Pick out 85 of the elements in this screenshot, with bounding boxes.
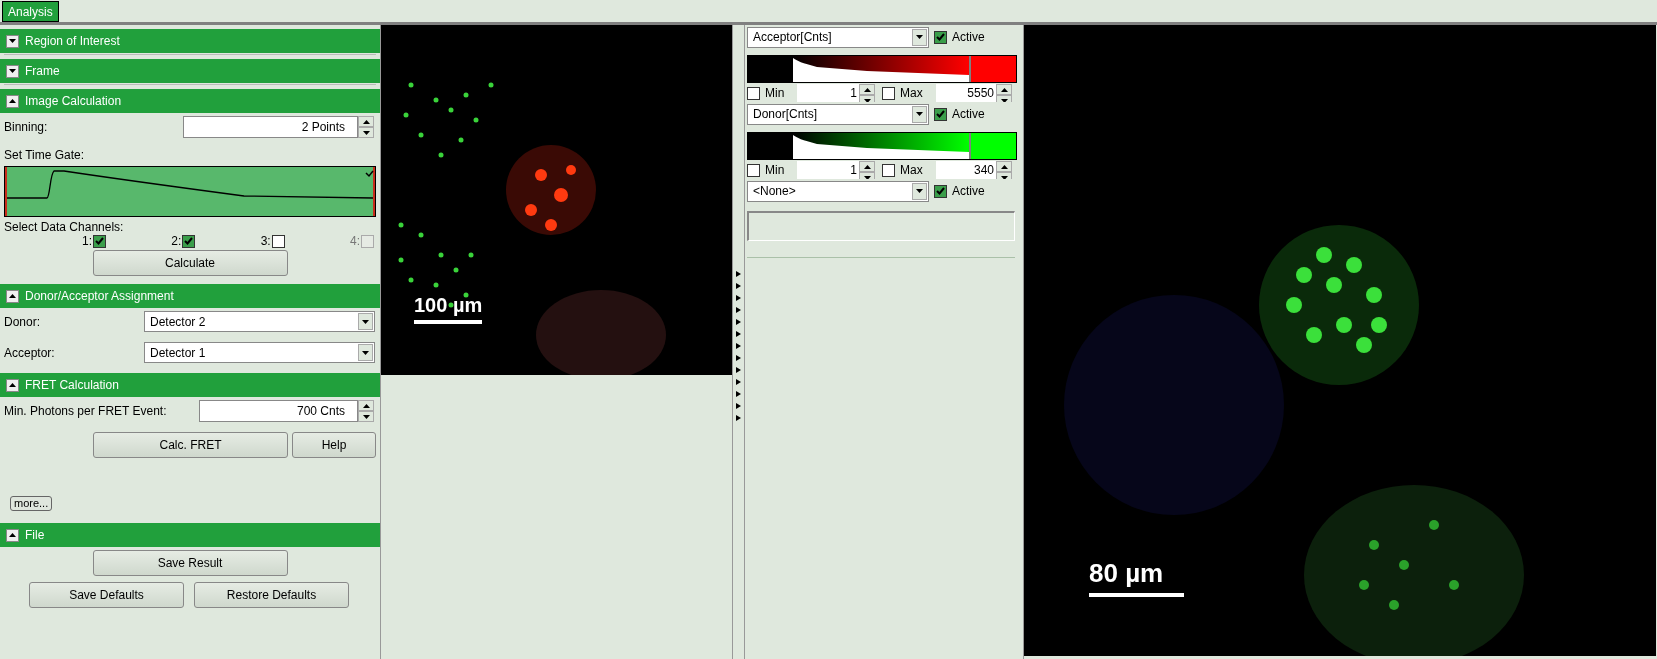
channel-dropdown[interactable]: Acceptor[Cnts] xyxy=(747,26,929,48)
histogram-drawing[interactable] xyxy=(747,55,1017,83)
min-field[interactable]: 1 xyxy=(797,161,859,179)
spin-down-icon xyxy=(1000,175,1008,179)
detector-dropdown[interactable]: Detector 2 xyxy=(144,311,375,332)
active-checkbox[interactable] xyxy=(934,184,947,198)
spin-down-icon xyxy=(362,130,370,135)
binning-field[interactable]: 2 Points xyxy=(183,116,358,138)
dropdown-button[interactable] xyxy=(358,344,373,361)
caret-icon xyxy=(916,189,923,193)
channel-dropdown[interactable]: <None> xyxy=(747,180,929,202)
spin-up-icon xyxy=(362,119,370,124)
spin-up-icon xyxy=(863,87,871,92)
spin-down-button[interactable] xyxy=(358,411,374,422)
spin-up-icon xyxy=(1000,87,1008,92)
spin-up-button[interactable] xyxy=(996,84,1012,95)
active-label: Active xyxy=(952,106,985,123)
down-arrow-icon xyxy=(9,39,16,43)
min-checkbox[interactable] xyxy=(747,86,760,100)
up-arrow-icon xyxy=(9,294,16,298)
spin-up-icon xyxy=(362,403,370,408)
channel-label: 3: xyxy=(260,233,271,250)
max-label: Max xyxy=(900,162,924,179)
more-button[interactable]: more... xyxy=(10,496,53,511)
min-label: Min xyxy=(765,85,786,102)
channel-label: 4: xyxy=(350,233,360,250)
caret-icon xyxy=(916,112,923,116)
time-gate-label: Set Time Gate: xyxy=(4,147,86,164)
channel-label: 1: xyxy=(82,233,92,250)
max-field[interactable]: 340 xyxy=(936,161,996,179)
spin-up-button[interactable] xyxy=(358,116,374,127)
caret-icon xyxy=(916,35,923,39)
spin-up-icon xyxy=(1000,164,1008,169)
save-defaults-button[interactable]: Save Defaults xyxy=(29,582,184,608)
scale-bar-label: 100 µm xyxy=(414,295,483,315)
calc-fret-button[interactable]: Calc. FRET xyxy=(93,432,288,458)
min-field[interactable]: 1 xyxy=(797,84,859,102)
channel-dropdown[interactable]: Donor[Cnts] xyxy=(747,103,929,125)
max-checkbox[interactable] xyxy=(882,86,895,100)
channels-label: Select Data Channels: xyxy=(4,221,125,234)
up-arrow-icon xyxy=(9,533,16,537)
channel-checkbox[interactable] xyxy=(271,234,285,248)
dropdown-button[interactable] xyxy=(912,105,927,123)
min-photons-label: Min. Photons per FRET Event: xyxy=(4,403,167,420)
caret-icon xyxy=(362,319,369,324)
min-label: Min xyxy=(765,162,786,179)
spin-down-icon xyxy=(1000,98,1008,102)
calculate-button[interactable]: Calculate xyxy=(92,250,288,276)
min-photons-field[interactable]: 700 Cnts xyxy=(199,400,358,422)
spin-up-button[interactable] xyxy=(859,161,875,172)
time-gate-plot[interactable] xyxy=(4,166,376,217)
field-label: Acceptor: xyxy=(4,344,55,362)
dropdown-button[interactable] xyxy=(358,313,373,330)
save-result-button[interactable]: Save Result xyxy=(92,550,288,576)
channel-checkbox[interactable] xyxy=(93,234,106,248)
restore-defaults-button[interactable]: Restore Defaults xyxy=(194,582,349,608)
spin-down-button[interactable] xyxy=(358,127,374,138)
spin-up-button[interactable] xyxy=(859,84,875,95)
histogram-drawing[interactable] xyxy=(747,132,1017,160)
spin-up-button[interactable] xyxy=(358,400,374,411)
max-field[interactable]: 5550 xyxy=(936,84,996,102)
spin-up-icon xyxy=(863,164,871,169)
active-label: Active xyxy=(952,183,985,200)
help-button[interactable]: Help xyxy=(292,432,376,458)
spin-down-icon xyxy=(362,414,370,419)
down-arrow-icon xyxy=(9,69,16,73)
active-label: Active xyxy=(952,29,985,46)
dropdown-button[interactable] xyxy=(912,28,927,46)
scale-bar xyxy=(414,320,482,324)
channel-label: 2: xyxy=(171,233,182,250)
max-label: Max xyxy=(900,85,924,102)
max-checkbox[interactable] xyxy=(882,163,895,177)
channel-checkbox[interactable] xyxy=(182,234,196,248)
min-checkbox[interactable] xyxy=(747,163,760,177)
scale-bar-label: 80 µm xyxy=(1089,560,1164,586)
spin-up-button[interactable] xyxy=(996,161,1012,172)
detector-dropdown[interactable]: Detector 1 xyxy=(144,342,375,363)
binning-label: Binning: xyxy=(4,119,48,136)
active-checkbox[interactable] xyxy=(934,107,947,121)
dropdown-button[interactable] xyxy=(912,182,927,200)
up-arrow-icon xyxy=(9,383,16,387)
up-arrow-icon xyxy=(9,99,16,103)
caret-icon xyxy=(362,350,369,355)
field-label: Donor: xyxy=(4,313,41,331)
active-checkbox[interactable] xyxy=(934,30,947,44)
